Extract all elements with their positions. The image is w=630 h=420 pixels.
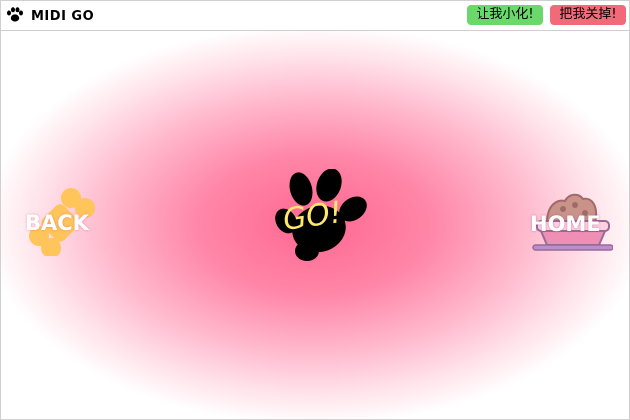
app-window: MIDI GO 让我小化! 把我关掉! BACK GO! HOME — [0, 0, 630, 420]
close-button[interactable]: 把我关掉! — [550, 5, 626, 25]
back-label: BACK — [25, 211, 89, 235]
go-button[interactable]: GO! — [271, 169, 371, 264]
minimize-button[interactable]: 让我小化! — [467, 5, 543, 25]
home-label: HOME — [530, 212, 601, 236]
back-button[interactable]: BACK — [19, 186, 111, 256]
title-bar[interactable]: MIDI GO 让我小化! 把我关掉! — [1, 1, 629, 31]
window-title: MIDI GO — [31, 9, 95, 24]
home-button[interactable]: HOME — [527, 191, 617, 253]
main-stage: BACK GO! HOME — [1, 31, 629, 419]
paw-icon — [7, 7, 23, 22]
